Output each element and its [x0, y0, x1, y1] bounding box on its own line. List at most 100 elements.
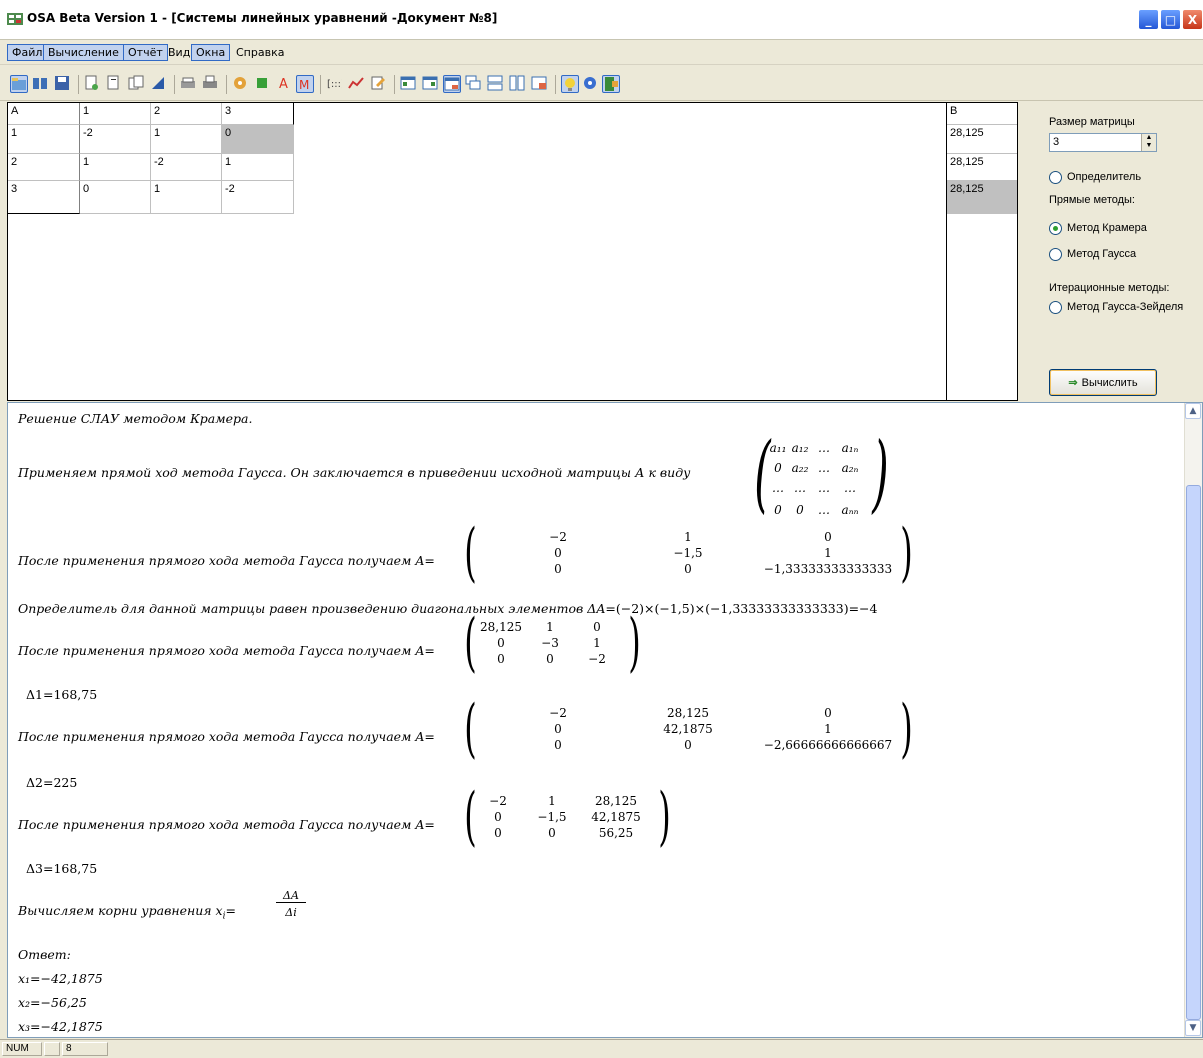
cascade-icon[interactable] — [465, 75, 483, 93]
col-header: 3 — [222, 103, 294, 125]
after-forward-text-d1: После применения прямого хода метода Гау… — [18, 643, 435, 658]
close-button[interactable]: X — [1182, 9, 1203, 30]
b-cell[interactable]: 28,125 — [947, 125, 1017, 154]
tile-v-icon[interactable] — [509, 75, 527, 93]
gauss-label: Метод Гаусса — [1067, 248, 1137, 260]
maximize-button[interactable]: □ — [1160, 9, 1181, 30]
menu-help[interactable]: Справка — [232, 44, 288, 61]
size-stepper[interactable]: 3 ▲ ▼ — [1049, 133, 1157, 152]
report-area[interactable]: Решение СЛАУ методом Крамера. Применяем … — [7, 402, 1203, 1038]
scroll-thumb[interactable] — [1186, 485, 1201, 1020]
arrange-icon[interactable] — [531, 75, 549, 93]
edit-icon[interactable] — [370, 75, 388, 93]
font-icon[interactable]: A — [276, 75, 294, 93]
tile-h-icon[interactable] — [487, 75, 505, 93]
settings-panel: Размер матрицы 3 ▲ ▼ Определитель Прямые … — [1019, 102, 1203, 401]
det-formula: (−2)×(−1,5)×(−1,33333333333333)=−4 — [615, 601, 878, 616]
paste-icon[interactable] — [128, 75, 146, 93]
matrix-cell[interactable]: 1 — [80, 154, 151, 181]
gm-cell: 0 — [796, 503, 804, 517]
m-cell: 28,125 — [480, 620, 522, 634]
window2-icon[interactable] — [422, 75, 440, 93]
m-cell: −3 — [541, 636, 559, 650]
m-cell: 42,1875 — [591, 810, 641, 824]
matrix-cell[interactable]: -2 — [80, 125, 151, 154]
matrix-cell[interactable]: 0 — [80, 181, 151, 214]
settings-icon[interactable] — [232, 75, 250, 93]
scroll-down-icon[interactable]: ▼ — [1185, 1020, 1201, 1036]
m-cell: 0 — [554, 722, 562, 736]
book-icon[interactable] — [32, 75, 50, 93]
gm-cell: a₁₁ — [769, 441, 787, 455]
b-cell[interactable]: 28,125 — [947, 154, 1017, 181]
cramer-label: Метод Крамера — [1067, 222, 1147, 234]
seidel-label: Метод Гаусса-Зейделя — [1067, 301, 1184, 313]
answer-x1: x₁=−42,1875 — [18, 971, 103, 986]
tool-icon[interactable] — [150, 75, 168, 93]
m-cell: 0 — [494, 810, 502, 824]
seidel-radio[interactable] — [1049, 301, 1062, 314]
exit-icon[interactable] — [602, 75, 620, 93]
cramer-radio[interactable] — [1049, 222, 1062, 235]
m-cell: 1 — [546, 620, 554, 634]
menu-view[interactable]: Вид — [164, 44, 194, 61]
close-icon: X — [1187, 12, 1198, 27]
window3-icon[interactable] — [443, 75, 461, 93]
delta1: Δ1=168,75 — [26, 687, 98, 702]
matrix-cell[interactable]: 1 — [151, 181, 222, 214]
gm-cell: a₂ₙ — [841, 461, 859, 475]
gm-cell: a₁ₙ — [841, 441, 859, 455]
m-cell: 1 — [824, 546, 832, 560]
new-icon[interactable] — [84, 75, 102, 93]
calculate-button[interactable]: ⇒ Вычислить — [1049, 369, 1157, 396]
matrix-cell[interactable]: -2 — [222, 181, 294, 214]
gm-cell: 0 — [774, 503, 782, 517]
gm-cell: a₁₂ — [791, 441, 809, 455]
menu-report[interactable]: Отчёт — [123, 44, 168, 61]
puzzle-icon[interactable] — [254, 75, 272, 93]
row-header: 1 — [8, 125, 80, 154]
minimize-button[interactable]: _ — [1138, 9, 1159, 30]
matrix-cell-selected[interactable]: 0 — [222, 125, 294, 154]
m-cell: 0 — [554, 562, 562, 576]
matrix-cell[interactable]: 1 — [151, 125, 222, 154]
arrow-right-icon: ⇒ — [1068, 377, 1078, 389]
gauss-radio[interactable] — [1049, 248, 1062, 261]
m-cell: −1,33333333333333 — [763, 562, 893, 576]
delta3: Δ3=168,75 — [26, 861, 98, 876]
help-icon[interactable] — [582, 75, 600, 93]
status-doc: 8 — [62, 1042, 108, 1056]
save-icon[interactable] — [54, 75, 72, 93]
stepper-arrows-icon[interactable]: ▲ ▼ — [1141, 134, 1156, 151]
bulb-icon[interactable] — [561, 75, 579, 93]
m-cell: 1 — [684, 530, 692, 544]
size-value: 3 — [1053, 136, 1060, 148]
b-cell-selected[interactable]: 28,125 — [947, 181, 1017, 214]
status-bar: NUM 8 — [0, 1039, 1203, 1058]
matrix-cell[interactable]: 1 — [222, 154, 294, 181]
menu-file[interactable]: Файл — [7, 44, 48, 61]
matrix-icon[interactable]: [:::] — [326, 75, 345, 93]
matrix-grid: A 1 2 3 1 -2 1 0 2 1 -2 1 3 0 1 -2 B 28,… — [7, 102, 1018, 401]
graph-icon[interactable] — [348, 75, 366, 93]
menu-calculation[interactable]: Вычисление — [43, 44, 124, 61]
vertical-scrollbar[interactable]: ▲ ▼ — [1184, 403, 1202, 1037]
formula-icon[interactable]: M — [296, 75, 314, 93]
iterative-methods-label: Итерационные методы: — [1049, 282, 1170, 294]
answer-x3: x₃=−42,1875 — [18, 1019, 103, 1034]
print-preview-icon[interactable] — [180, 75, 198, 93]
scroll-up-icon[interactable]: ▲ — [1185, 403, 1201, 419]
open-icon[interactable] — [10, 75, 28, 93]
matrix-cell[interactable]: -2 — [151, 154, 222, 181]
app-icon — [7, 13, 23, 25]
roots-sub: i — [222, 911, 226, 922]
copy-icon[interactable] — [106, 75, 124, 93]
size-label: Размер матрицы — [1049, 116, 1135, 128]
m-cell: 1 — [593, 636, 601, 650]
print-icon[interactable] — [202, 75, 220, 93]
determinant-label: Определитель — [1067, 171, 1142, 183]
determinant-radio[interactable] — [1049, 171, 1062, 184]
window1-icon[interactable] — [400, 75, 418, 93]
delta3-matrix: ( ) −2 1 28,125 0 −1,5 42,1875 0 0 56,25 — [464, 780, 671, 854]
menu-windows[interactable]: Окна — [191, 44, 231, 61]
